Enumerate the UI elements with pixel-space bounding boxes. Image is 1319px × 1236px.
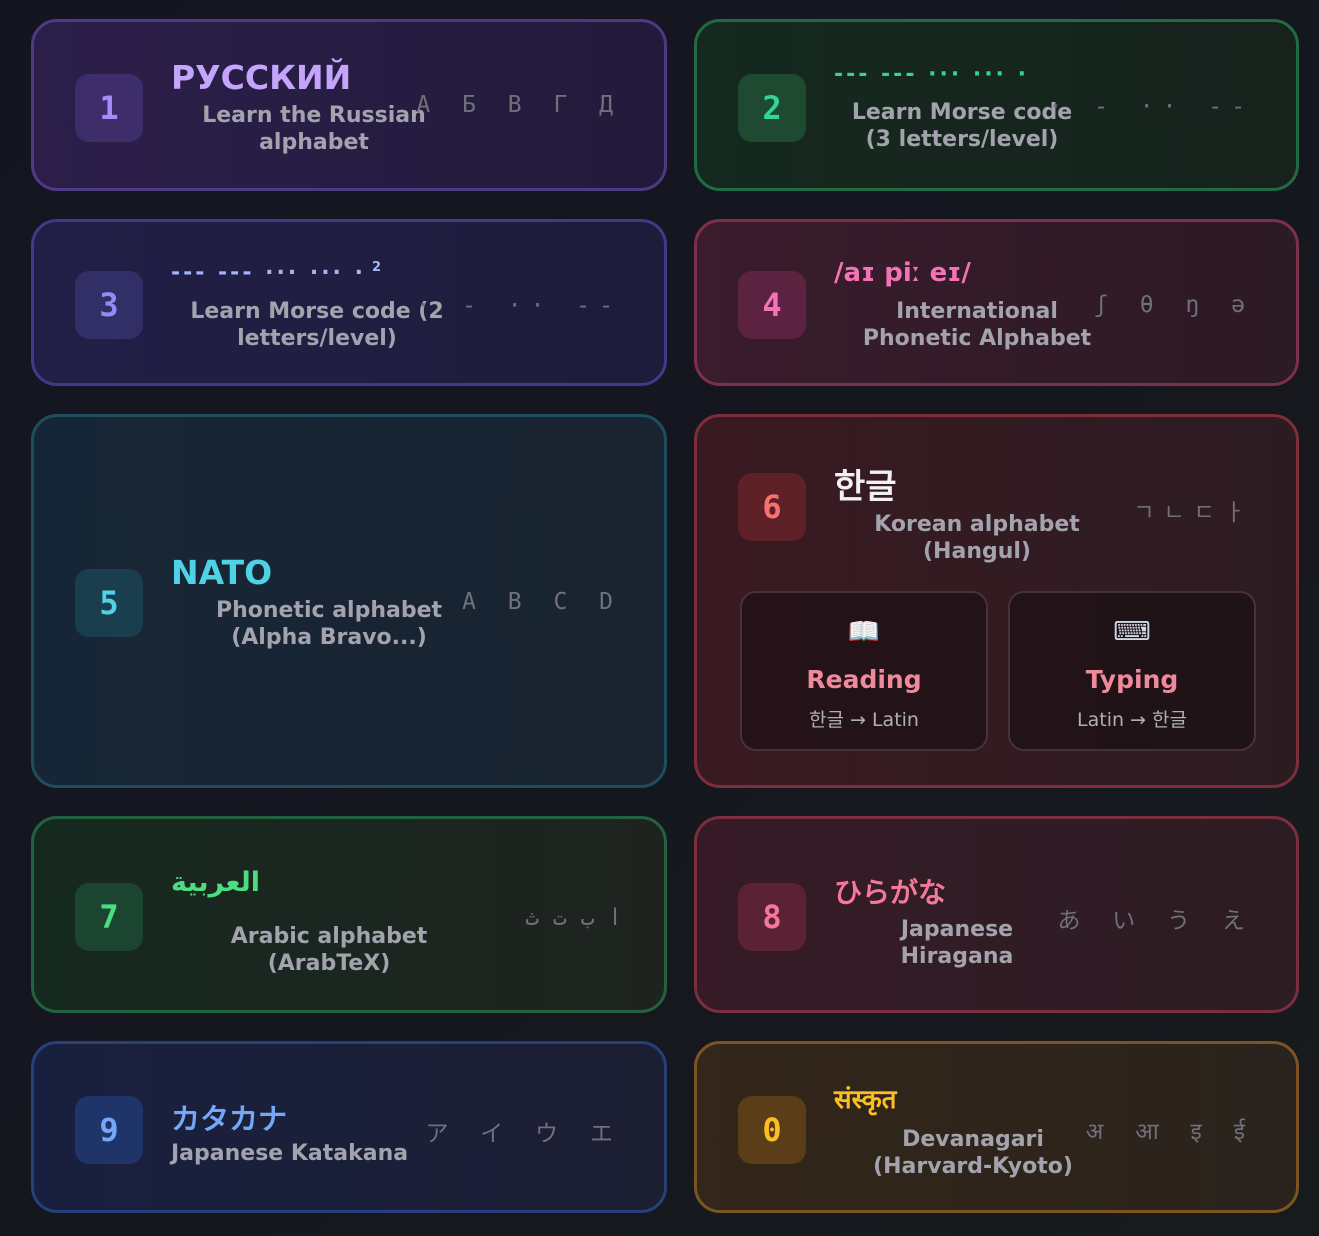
nato-preview: A B C D [462, 589, 622, 615]
card-subtitle: International Phonetic Alphabet [862, 299, 1092, 351]
alphabet-preview: А Б В Г Д [416, 92, 622, 118]
card-title: РУССКИЙ [171, 58, 352, 97]
morse-dots: --- --- ··· ··· · [171, 260, 366, 286]
card-subtitle: Phonetic alphabet (Alpha Bravo...) [215, 598, 443, 650]
card-title: カタカナ [171, 1102, 288, 1136]
morse-pattern: --- --- ··· ··· · [834, 62, 1029, 87]
card-subtitle: Japanese Katakana [171, 1141, 409, 1166]
card-devanagari[interactable]: 0 संस्कृत Devanagari (Harvard-Kyoto) अ आ… [694, 1041, 1299, 1213]
typing-label: Typing [1085, 665, 1179, 694]
card-hiragana[interactable]: 8 ひらがな Japanese Hiragana あ い う え [694, 816, 1299, 1013]
card-arabic[interactable]: 7 العربية Arabic alphabet (ArabTeX) ا ب … [31, 816, 667, 1013]
card-russian[interactable]: 1 РУССКИЙ Learn the Russian alphabet А Б… [31, 19, 667, 191]
card-title: /aɪ piː eɪ/ [834, 258, 971, 288]
card-morse-2[interactable]: 3 --- --- ··· ··· · 2 Learn Morse code (2… [31, 219, 667, 386]
morse-preview: · - ·· -- [416, 293, 622, 319]
devanagari-preview: अ आ इ ई [1085, 1119, 1254, 1145]
card-subtitle: Devanagari (Harvard-Kyoto) [873, 1127, 1073, 1179]
card-nato[interactable]: 5 NATO Phonetic alphabet (Alpha Bravo...… [31, 414, 667, 788]
card-hangul[interactable]: 6 한글 Korean alphabet (Hangul) ㄱㄴㄷㅏ 📖 Rea… [694, 414, 1299, 788]
keyboard-icon: ⌨ [1113, 617, 1151, 647]
card-subtitle: Arabic alphabet (ArabTeX) [230, 924, 428, 976]
card-title: संस्कृत [834, 1085, 897, 1115]
reading-description: 한글 → Latin [809, 709, 919, 731]
key-badge: 1 [75, 74, 143, 142]
key-badge: 0 [738, 1096, 806, 1164]
card-ipa[interactable]: 4 /aɪ piː eɪ/ International Phonetic Alp… [694, 219, 1299, 386]
arabic-preview: ا ب ت ث [525, 905, 622, 931]
card-title: ひらがな [834, 876, 947, 909]
katakana-preview: ア イ ウ エ [425, 1121, 622, 1147]
hiragana-preview: あ い う え [1057, 908, 1254, 934]
card-subtitle: Learn the Russian alphabet [202, 103, 426, 155]
card-subtitle: Korean alphabet (Hangul) [874, 512, 1080, 564]
card-title: 한글 [834, 467, 897, 507]
morse-pattern: --- --- ··· ··· · 2 [171, 260, 381, 285]
card-subtitle: Learn Morse code (2 letters/level) [190, 299, 444, 351]
key-badge: 6 [738, 473, 806, 541]
typing-description: Latin → 한글 [1077, 709, 1187, 731]
key-badge: 3 [75, 271, 143, 339]
key-badge: 7 [75, 883, 143, 951]
superscript-2: 2 [371, 260, 381, 275]
key-badge: 4 [738, 271, 806, 339]
hangul-preview: ㄱㄴㄷㅏ [1133, 500, 1254, 526]
key-badge: 5 [75, 569, 143, 637]
key-badge: 9 [75, 1096, 143, 1164]
card-title: العربية [171, 867, 260, 898]
key-badge: 8 [738, 883, 806, 951]
card-morse-3[interactable]: 2 --- --- ··· ··· · Learn Morse code (3 … [694, 19, 1299, 191]
card-subtitle: Japanese Hiragana [900, 917, 1014, 969]
book-icon: 📖 [847, 617, 881, 647]
typing-mode-button[interactable]: ⌨ Typing Latin → 한글 [1008, 591, 1256, 751]
card-title: NATO [171, 553, 273, 592]
morse-preview: · - ·· -- [1048, 94, 1254, 120]
reading-mode-button[interactable]: 📖 Reading 한글 → Latin [740, 591, 988, 751]
ipa-preview: ʃ θ ŋ ə [1094, 292, 1254, 318]
key-badge: 2 [738, 74, 806, 142]
reading-label: Reading [806, 665, 922, 694]
card-katakana[interactable]: 9 カタカナ Japanese Katakana ア イ ウ エ [31, 1041, 667, 1213]
